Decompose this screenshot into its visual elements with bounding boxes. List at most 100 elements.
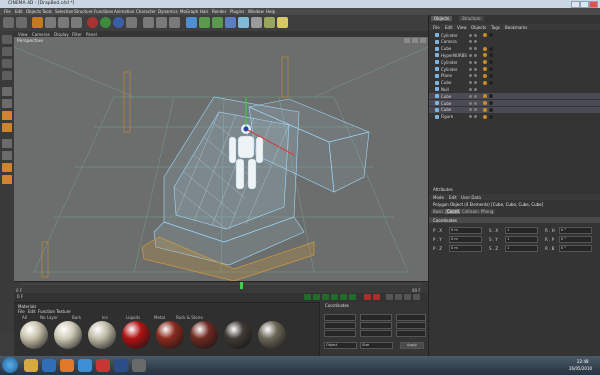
material-swatch-6[interactable] xyxy=(190,321,218,349)
menu-tools[interactable]: Tools xyxy=(42,9,52,14)
rotation-key-icon[interactable] xyxy=(413,294,420,300)
menu-render[interactable]: Render xyxy=(212,9,226,14)
attr-tab-basic[interactable]: Basic xyxy=(431,209,446,214)
material-swatch-2[interactable] xyxy=(54,321,82,349)
size-x-field[interactable] xyxy=(360,314,392,321)
render-dot-icon[interactable] xyxy=(474,60,477,64)
coord-size-select[interactable]: Size xyxy=(360,342,393,349)
coord-value-field[interactable]: 0 ° xyxy=(559,227,592,234)
spline-icon[interactable] xyxy=(199,17,210,28)
render-dot-icon[interactable] xyxy=(474,81,477,85)
render-dot-icon[interactable] xyxy=(474,94,477,98)
explorer-taskbar-icon[interactable] xyxy=(24,359,38,372)
visibility-dot-icon[interactable] xyxy=(469,101,472,105)
coord-value-field[interactable]: 0 ° xyxy=(559,245,592,252)
visibility-dot-icon[interactable] xyxy=(469,33,472,37)
undo-icon[interactable] xyxy=(3,17,14,28)
viewport-menu-panel[interactable]: Panel xyxy=(86,32,97,37)
render-dot-icon[interactable] xyxy=(474,47,477,51)
cinema4d-taskbar-icon[interactable] xyxy=(114,359,128,372)
render-dot-icon[interactable] xyxy=(474,115,477,119)
scale-key-icon[interactable] xyxy=(404,294,411,300)
render-settings-icon[interactable] xyxy=(169,17,180,28)
z-axis-icon[interactable] xyxy=(113,17,124,28)
tag-icon[interactable] xyxy=(483,46,487,51)
tag-icon[interactable] xyxy=(483,94,487,99)
autokey-icon[interactable] xyxy=(373,294,380,300)
visibility-dot-icon[interactable] xyxy=(469,115,472,119)
tag-icon[interactable] xyxy=(483,80,487,85)
edges-mode-icon[interactable] xyxy=(2,99,12,108)
material-swatch-4[interactable] xyxy=(122,321,150,349)
object-row[interactable]: Cube xyxy=(429,93,600,100)
coord-value-field[interactable]: 0 m xyxy=(449,236,482,243)
uv-points-icon[interactable] xyxy=(2,123,12,132)
object-row[interactable]: Camera xyxy=(429,39,600,45)
object-row[interactable]: Cube xyxy=(429,100,600,106)
coord-value-field[interactable]: 0 m xyxy=(449,227,482,234)
object-row[interactable]: Cube xyxy=(429,46,600,52)
rot-p-field[interactable] xyxy=(396,322,426,329)
render-dot-icon[interactable] xyxy=(474,40,477,44)
menu-functions[interactable]: Functions xyxy=(94,9,113,14)
live-selection-icon[interactable] xyxy=(32,17,43,28)
render-dot-icon[interactable] xyxy=(474,87,477,91)
media-taskbar-icon[interactable] xyxy=(96,359,110,372)
array-icon[interactable] xyxy=(225,17,236,28)
workplane-icon[interactable] xyxy=(2,175,12,184)
viewport-menu-cameras[interactable]: Cameras xyxy=(32,32,50,37)
render-dot-icon[interactable] xyxy=(474,53,477,57)
pos-y-field[interactable] xyxy=(324,322,356,329)
coord-value-field[interactable]: 1 xyxy=(505,245,538,252)
maximize-button[interactable] xyxy=(580,1,589,8)
axis-mode-icon[interactable] xyxy=(2,139,12,148)
material-swatch-7[interactable] xyxy=(224,321,252,349)
render-view-icon[interactable] xyxy=(143,17,154,28)
record-icon[interactable] xyxy=(364,294,371,300)
menu-animation[interactable]: Animation xyxy=(114,9,134,14)
tag-icon[interactable] xyxy=(483,60,487,65)
obj-menu-tags[interactable]: Tags xyxy=(491,25,500,30)
render-picture-viewer-icon[interactable] xyxy=(156,17,167,28)
render-dot-icon[interactable] xyxy=(474,74,477,78)
coordinate-system-icon[interactable] xyxy=(126,17,137,28)
play-forward-icon[interactable] xyxy=(331,294,338,300)
start-button-icon[interactable] xyxy=(2,357,18,373)
visibility-dot-icon[interactable] xyxy=(469,87,472,91)
material-swatch-8[interactable] xyxy=(258,321,286,349)
pos-x-field[interactable] xyxy=(324,314,356,321)
materials-menu-file[interactable]: File xyxy=(18,309,25,314)
pos-z-field[interactable] xyxy=(324,330,356,337)
tag-icon[interactable] xyxy=(483,101,487,105)
model-mode-icon[interactable] xyxy=(2,47,12,56)
tag-icon[interactable] xyxy=(483,33,487,37)
size-y-field[interactable] xyxy=(360,322,392,329)
materials-menu-edit[interactable]: Edit xyxy=(28,309,36,314)
filter-rock-stone[interactable]: Rock & Stone xyxy=(176,315,203,320)
menu-help[interactable]: Help xyxy=(266,9,275,14)
filter-all[interactable]: All xyxy=(22,315,27,320)
light-icon[interactable] xyxy=(277,17,288,28)
keyframe-selection-icon[interactable] xyxy=(386,294,393,300)
nurbs-icon[interactable] xyxy=(212,17,223,28)
object-row[interactable]: Figure xyxy=(429,114,600,120)
attr-menu-edit[interactable]: Edit xyxy=(449,195,457,200)
firefox-taskbar-icon[interactable] xyxy=(60,359,74,372)
attr-menu-user-data[interactable]: User Data xyxy=(461,195,481,200)
move-icon[interactable] xyxy=(45,17,56,28)
object-row[interactable]: Plane xyxy=(429,73,600,79)
menu-character[interactable]: Character xyxy=(136,9,156,14)
filter-metal[interactable]: Metal xyxy=(154,315,165,320)
visibility-dot-icon[interactable] xyxy=(469,108,472,112)
polygons-mode-icon[interactable] xyxy=(2,111,12,120)
x-axis-icon[interactable] xyxy=(87,17,98,28)
tag-icon[interactable] xyxy=(483,114,487,119)
visibility-dot-icon[interactable] xyxy=(469,74,472,78)
material-swatch-5[interactable] xyxy=(156,321,184,349)
go-to-start-icon[interactable] xyxy=(304,294,311,300)
scene-icon[interactable] xyxy=(251,17,262,28)
material-tag-icon[interactable] xyxy=(489,67,493,71)
tag-icon[interactable] xyxy=(483,73,487,78)
obj-menu-bookmarks[interactable]: Bookmarks xyxy=(505,25,527,30)
visibility-dot-icon[interactable] xyxy=(469,40,472,44)
